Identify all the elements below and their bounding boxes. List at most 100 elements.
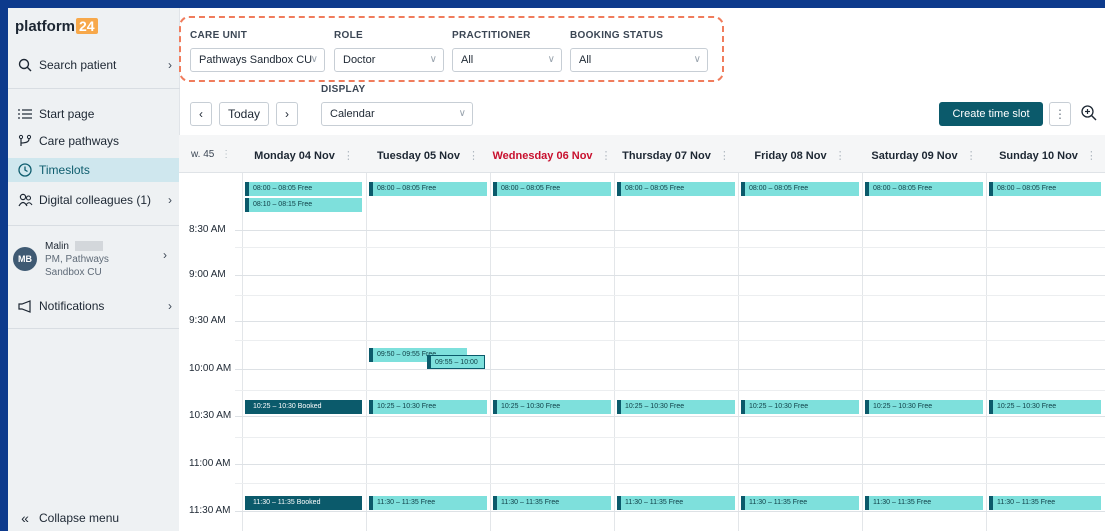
time-slot[interactable]: 11:30 – 11:35 Free — [493, 496, 611, 510]
gridline — [235, 340, 1105, 341]
sidebar-item-notifications[interactable]: Notifications › — [8, 295, 180, 317]
day-header-sunday[interactable]: Sunday 10 Nov ⋮ — [986, 149, 1105, 162]
kebab-menu-icon: ⋮ — [1054, 107, 1066, 121]
avatar: MB — [13, 247, 37, 271]
time-slot[interactable]: 08:00 – 08:05 Free — [245, 182, 362, 196]
time-slot-booked[interactable]: 11:30 – 11:35 Booked — [245, 496, 362, 510]
prev-week-button[interactable]: ‹ — [190, 102, 212, 126]
gridline — [235, 295, 1105, 296]
time-slot[interactable]: 11:30 – 11:35 Free — [741, 496, 859, 510]
list-icon — [17, 106, 33, 122]
app-window: platform 24 Search patient › Start page C… — [8, 8, 1105, 531]
sidebar-item-timeslots[interactable]: Timeslots — [8, 158, 180, 182]
chevron-down-icon: ∨ — [429, 54, 437, 65]
gridline — [235, 416, 1105, 417]
time-label: 11:00 AM — [189, 458, 231, 469]
chevron-down-icon: ∨ — [310, 54, 318, 65]
logo: platform 24 — [15, 18, 98, 35]
time-slot[interactable]: 11:30 – 11:35 Free — [369, 496, 487, 510]
time-label: 8:30 AM — [189, 224, 226, 235]
booking-status-select[interactable]: All ∨ — [570, 48, 708, 72]
chevron-down-icon: ∨ — [547, 54, 555, 65]
sidebar-item-start-page[interactable]: Start page — [8, 103, 180, 125]
collapse-menu-label: Collapse menu — [39, 511, 120, 525]
chevron-down-icon: ∨ — [693, 54, 701, 65]
time-slot[interactable]: 08:10 – 08:15 Free — [245, 198, 362, 212]
more-options-button[interactable]: ⋮ — [1049, 102, 1071, 126]
time-slot[interactable]: 08:00 – 08:05 Free — [493, 182, 611, 196]
time-slot[interactable]: 10:25 – 10:30 Free — [369, 400, 487, 414]
gridline — [235, 511, 1105, 512]
time-slot[interactable]: 10:25 – 10:30 Free — [617, 400, 735, 414]
sidebar: platform 24 Search patient › Start page C… — [8, 8, 180, 531]
redacted-name — [74, 241, 103, 252]
day-header-friday[interactable]: Friday 08 Nov ⋮ — [738, 149, 862, 162]
chevron-right-icon: › — [168, 299, 172, 313]
megaphone-icon — [17, 298, 33, 314]
sidebar-item-digital-colleagues[interactable]: Digital colleagues (1) › — [8, 188, 180, 212]
time-label: 9:30 AM — [189, 315, 226, 326]
chevron-down-icon: ∨ — [458, 108, 466, 119]
gridline — [235, 464, 1105, 465]
gridline — [235, 275, 1105, 276]
care-unit-select[interactable]: Pathways Sandbox CU ∨ — [190, 48, 325, 72]
sidebar-item-label: Start page — [39, 107, 95, 121]
role-select[interactable]: Doctor ∨ — [334, 48, 444, 72]
zoom-in-icon — [1081, 105, 1097, 121]
day-header-wednesday[interactable]: Wednesday 06 Nov ⋮ — [490, 149, 614, 162]
day-header-thursday[interactable]: Thursday 07 Nov ⋮ — [614, 149, 738, 162]
day-divider — [242, 173, 243, 531]
time-slot[interactable]: 09:55 – 10:00 — [427, 355, 485, 369]
user-profile[interactable]: MB Malin PM, Pathways Sandbox CU › — [13, 240, 167, 279]
sidebar-item-label: Timeslots — [39, 163, 90, 177]
gridline — [235, 369, 1105, 370]
pathway-icon — [17, 133, 33, 149]
display-select[interactable]: Calendar ∨ — [321, 102, 473, 126]
divider — [8, 88, 180, 89]
time-slot-booked[interactable]: 10:25 – 10:30 Booked — [245, 400, 362, 414]
calendar-grid: w. 45 ⋮ Monday 04 Nov ⋮ Tuesday 05 Nov ⋮ W… — [179, 135, 1105, 531]
time-slot[interactable]: 08:00 – 08:05 Free — [617, 182, 735, 196]
practitioner-select[interactable]: All ∨ — [452, 48, 562, 72]
search-patient-label: Search patient — [39, 58, 117, 72]
time-slot[interactable]: 08:00 – 08:05 Free — [369, 182, 487, 196]
day-divider — [738, 173, 739, 531]
sidebar-item-label: Notifications — [39, 299, 105, 313]
double-chevron-left-icon: « — [21, 510, 29, 526]
display-label: DISPLAY — [321, 84, 366, 95]
collapse-menu-button[interactable]: « Collapse menu — [8, 508, 180, 528]
chevron-left-icon: ‹ — [199, 107, 203, 121]
calendar-header: w. 45 ⋮ Monday 04 Nov ⋮ Tuesday 05 Nov ⋮ W… — [179, 135, 1105, 173]
gridline — [235, 437, 1105, 438]
day-divider — [986, 173, 987, 531]
sidebar-item-care-pathways[interactable]: Care pathways — [8, 130, 180, 152]
zoom-in-button[interactable] — [1080, 104, 1098, 125]
time-slot[interactable]: 11:30 – 11:35 Free — [617, 496, 735, 510]
practitioner-label: PRACTITIONER — [452, 30, 531, 41]
booking-status-label: BOOKING STATUS — [570, 30, 664, 41]
day-header-tuesday[interactable]: Tuesday 05 Nov ⋮ — [366, 149, 490, 162]
create-time-slot-button[interactable]: Create time slot — [939, 102, 1043, 126]
clock-icon — [17, 162, 33, 178]
time-slot[interactable]: 11:30 – 11:35 Free — [989, 496, 1101, 510]
day-header-monday[interactable]: Monday 04 Nov ⋮ — [242, 149, 366, 162]
day-header-saturday[interactable]: Saturday 09 Nov ⋮ — [862, 149, 986, 162]
time-slot[interactable]: 08:00 – 08:05 Free — [989, 182, 1101, 196]
chevron-right-icon: › — [168, 58, 172, 72]
time-slot[interactable]: 08:00 – 08:05 Free — [865, 182, 983, 196]
time-label: 10:30 AM — [189, 410, 232, 421]
time-slot[interactable]: 10:25 – 10:30 Free — [865, 400, 983, 414]
time-slot[interactable]: 11:30 – 11:35 Free — [865, 496, 983, 510]
day-divider — [862, 173, 863, 531]
search-patient-item[interactable]: Search patient › — [8, 54, 180, 76]
gridline — [235, 390, 1105, 391]
gridline — [235, 321, 1105, 322]
time-slot[interactable]: 08:00 – 08:05 Free — [741, 182, 859, 196]
time-slot[interactable]: 10:25 – 10:30 Free — [493, 400, 611, 414]
next-week-button[interactable]: › — [276, 102, 298, 126]
time-slot[interactable]: 10:25 – 10:30 Free — [989, 400, 1101, 414]
day-divider — [490, 173, 491, 531]
time-slot[interactable]: 10:25 – 10:30 Free — [741, 400, 859, 414]
search-icon — [17, 57, 33, 73]
today-button[interactable]: Today — [219, 102, 269, 126]
